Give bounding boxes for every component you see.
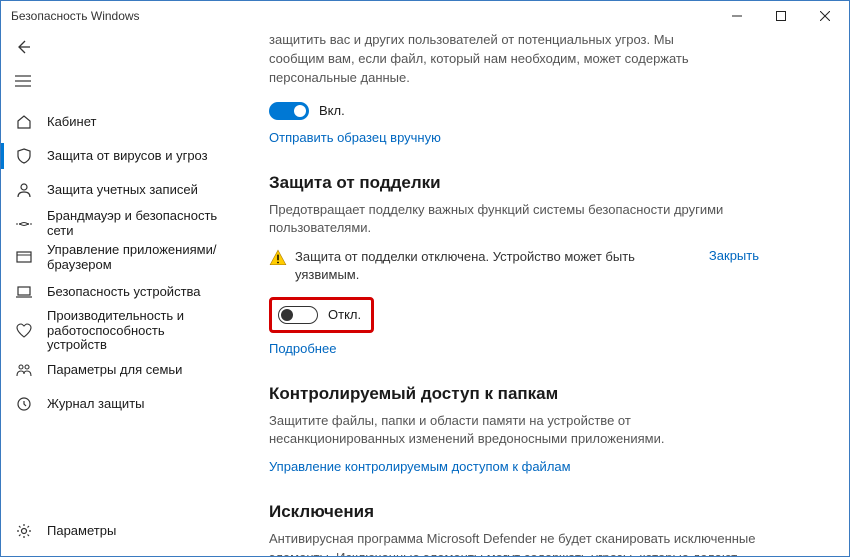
- exclusions-section: Исключения Антивирусная программа Micros…: [269, 502, 759, 556]
- back-button[interactable]: [1, 31, 221, 65]
- back-arrow-icon: [15, 39, 31, 58]
- minimize-button[interactable]: [715, 1, 759, 31]
- cloud-sample-toggle[interactable]: [269, 102, 309, 120]
- shield-icon: [15, 147, 33, 165]
- device-icon: [15, 283, 33, 301]
- section-title: Контролируемый доступ к папкам: [269, 384, 759, 404]
- titlebar: Безопасность Windows: [1, 1, 849, 31]
- section-desc: Предотвращает подделку важных функций си…: [269, 201, 759, 239]
- tamper-warning: Защита от подделки отключена. Устройство…: [269, 248, 759, 284]
- cloud-sample-desc: защитить вас и других пользователей от п…: [269, 31, 699, 88]
- sidebar-item-family[interactable]: Параметры для семьи: [1, 353, 221, 387]
- sidebar-item-label: Журнал защиты: [47, 397, 221, 412]
- controlled-folder-section: Контролируемый доступ к папкам Защитите …: [269, 384, 759, 475]
- health-icon: [15, 322, 33, 340]
- section-desc: Антивирусная программа Microsoft Defende…: [269, 530, 759, 556]
- sidebar-item-account-protection[interactable]: Защита учетных записей: [1, 173, 221, 207]
- warning-icon: [269, 249, 287, 270]
- account-icon: [15, 181, 33, 199]
- sidebar-item-label: Защита учетных записей: [47, 183, 221, 198]
- sidebar-item-firewall[interactable]: Брандмауэр и безопасность сети: [1, 207, 221, 241]
- sidebar-item-label: Производительность и работоспособность у…: [47, 309, 221, 354]
- controlled-folder-link[interactable]: Управление контролируемым доступом к фай…: [269, 459, 571, 474]
- sidebar-item-app-browser[interactable]: Управление приложениями/браузером: [1, 241, 221, 275]
- maximize-button[interactable]: [759, 1, 803, 31]
- sidebar-item-label: Безопасность устройства: [47, 285, 221, 300]
- sidebar-item-label: Параметры: [47, 524, 221, 539]
- main-content: защитить вас и других пользователей от п…: [221, 31, 849, 556]
- hamburger-icon: [15, 75, 31, 90]
- tamper-learn-more-link[interactable]: Подробнее: [269, 341, 336, 356]
- toggle-label: Вкл.: [319, 103, 345, 118]
- sidebar-item-home[interactable]: Кабинет: [1, 105, 221, 139]
- highlighted-toggle-box: Откл.: [269, 297, 374, 333]
- sidebar-item-label: Параметры для семьи: [47, 363, 221, 378]
- toggle-label: Откл.: [328, 307, 361, 322]
- tamper-protection-toggle[interactable]: [278, 306, 318, 324]
- sidebar-item-label: Управление приложениями/браузером: [47, 243, 221, 273]
- sidebar-item-history[interactable]: Журнал защиты: [1, 387, 221, 421]
- window-title: Безопасность Windows: [11, 9, 715, 23]
- tamper-protection-section: Защита от подделки Предотвращает подделк…: [269, 173, 759, 356]
- sidebar-item-device-health[interactable]: Производительность и работоспособность у…: [1, 309, 221, 353]
- firewall-icon: [15, 215, 33, 233]
- submit-sample-link[interactable]: Отправить образец вручную: [269, 130, 441, 145]
- sidebar: Кабинет Защита от вирусов и угроз Защита…: [1, 31, 221, 556]
- section-title: Исключения: [269, 502, 759, 522]
- home-icon: [15, 113, 33, 131]
- warning-close-link[interactable]: Закрыть: [709, 248, 759, 263]
- app-browser-icon: [15, 249, 33, 267]
- sidebar-item-label: Защита от вирусов и угроз: [47, 149, 221, 164]
- section-title: Защита от подделки: [269, 173, 759, 193]
- gear-icon: [15, 522, 33, 540]
- sidebar-item-virus-threat[interactable]: Защита от вирусов и угроз: [1, 139, 221, 173]
- section-desc: Защитите файлы, папки и области памяти н…: [269, 412, 759, 450]
- warning-text: Защита от подделки отключена. Устройство…: [295, 248, 697, 284]
- close-button[interactable]: [803, 1, 847, 31]
- sidebar-item-label: Брандмауэр и безопасность сети: [47, 209, 221, 239]
- sidebar-item-settings[interactable]: Параметры: [1, 514, 221, 548]
- history-icon: [15, 395, 33, 413]
- sidebar-item-device-security[interactable]: Безопасность устройства: [1, 275, 221, 309]
- sidebar-item-label: Кабинет: [47, 115, 221, 130]
- hamburger-button[interactable]: [1, 65, 221, 99]
- family-icon: [15, 361, 33, 379]
